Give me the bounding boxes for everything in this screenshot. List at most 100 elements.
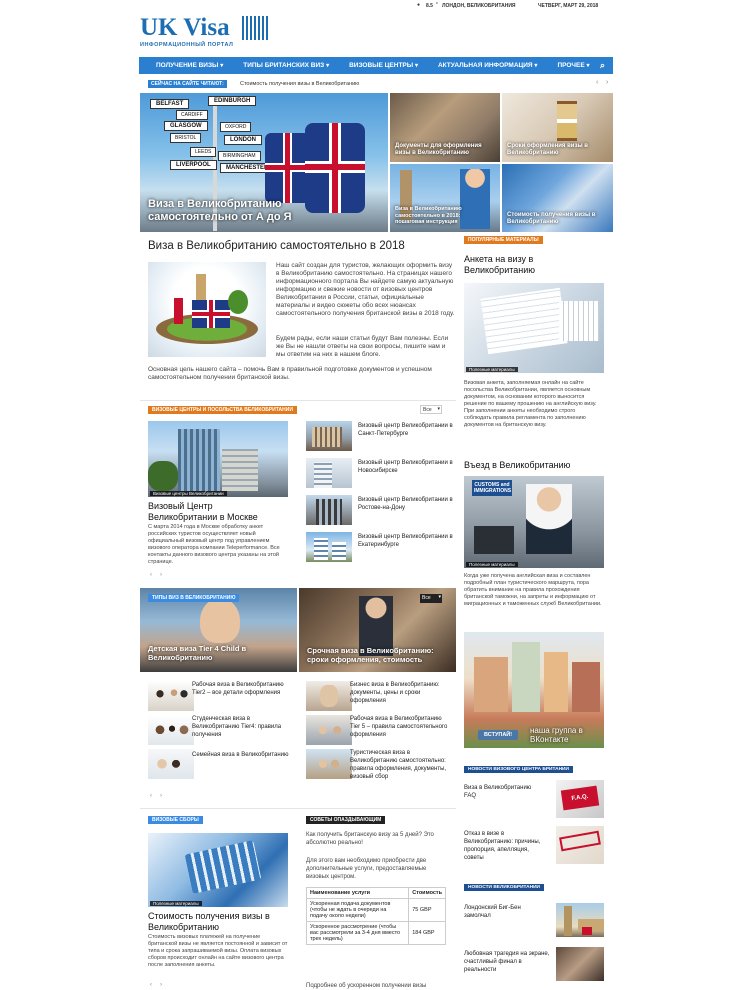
news-vc-thumb[interactable]: F.A.Q.	[556, 780, 604, 818]
sign: GLASGOW	[164, 121, 208, 131]
popular-image-2[interactable]: CUSTOMS and IMMIGRATIONS Полезные матери…	[464, 476, 604, 568]
news-uk-item[interactable]: Лондонский Биг-Бен замолчал	[464, 904, 544, 920]
center-thumb-rostov[interactable]	[306, 495, 352, 525]
prev-icon[interactable]: ‹	[150, 982, 152, 988]
next-icon[interactable]: ›	[160, 793, 162, 799]
types-thumb[interactable]	[306, 681, 352, 711]
center-moscow-text: С марта 2014 года в Москве обработку анк…	[148, 524, 280, 565]
popular-image-1[interactable]: Полезные материалы	[464, 283, 604, 373]
join-button[interactable]: ВСТУПАЙ!	[478, 730, 519, 740]
sign: LIVERPOOL	[170, 160, 217, 170]
vk-text: наша группа в ВКонтакте	[530, 726, 583, 744]
services-table: Наименование услуги Стоимость Ускоренная …	[305, 887, 446, 945]
news-uk-item[interactable]: Любовная трагедия на экране, счастливый …	[464, 950, 552, 974]
nav-item-news[interactable]: АКТУАЛЬНАЯ ИНФОРМАЦИЯ ▾	[438, 62, 537, 69]
prev-icon[interactable]: ‹	[150, 572, 152, 578]
hero-tile-cost[interactable]: Стоимость получения визы в Великобритани…	[502, 164, 613, 232]
section-tag-types[interactable]: ТИПЫ ВИЗ В ВЕЛИКОБРИТАНИЮ	[148, 594, 240, 602]
hero-tile-documents[interactable]: Документы для оформления визы в Великобр…	[390, 93, 500, 162]
hero-main-image[interactable]: BELFAST EDINBURGH CARDIFF GLASGOW OXFORD…	[140, 93, 388, 232]
center-thumb-nsk[interactable]	[306, 458, 352, 488]
types-item[interactable]: Студенческая виза в Великобританию Tier4…	[192, 715, 292, 739]
types-thumb[interactable]	[306, 749, 352, 779]
weather-icon: ●	[417, 2, 421, 8]
center-moscow-title[interactable]: Визовый Центр Великобритании в Москве	[148, 501, 278, 523]
nav-item-get-visa[interactable]: ПОЛУЧЕНИЕ ВИЗЫ ▾	[156, 62, 223, 69]
popular-title-2[interactable]: Въезд в Великобританию	[464, 460, 604, 471]
chevron-down-icon: ▾	[534, 63, 538, 69]
sign: OXFORD	[220, 122, 252, 132]
types-thumb[interactable]	[148, 715, 194, 745]
center-item[interactable]: Визовый центр Великобритании в Новосибир…	[358, 459, 456, 475]
nav-item-visa-centers[interactable]: ВИЗОВЫЕ ЦЕНТРЫ ▾	[349, 62, 418, 69]
sign: BRISTOL	[170, 133, 202, 143]
sign: CARDIFF	[176, 110, 208, 120]
hero-main-caption[interactable]: Виза в Великобританию самостоятельно от …	[148, 198, 318, 224]
center-thumb-ekb[interactable]	[306, 532, 352, 562]
chevron-down-icon: ▾	[220, 63, 224, 69]
types-item[interactable]: Бизнес виза в Великобританию: документы,…	[350, 681, 450, 705]
section-tag-centers[interactable]: ВИЗОВЫЕ ЦЕНТРЫ И ПОСОЛЬСТВА ВЕЛИКОБРИТАН…	[148, 406, 297, 414]
logo-text: UK Visa	[140, 14, 230, 41]
nav-item-visa-types[interactable]: ТИПЫ БРИТАНСКИХ ВИЗ ▾	[243, 62, 329, 69]
ticker-next-icon[interactable]: ›	[606, 79, 608, 86]
types-thumb[interactable]	[148, 681, 194, 711]
customs-sign: CUSTOMS and IMMIGRATIONS	[472, 480, 512, 496]
divider	[140, 808, 456, 809]
date: ЧЕТВЕРГ, МАРТ 29, 2018	[538, 3, 599, 9]
next-icon[interactable]: ›	[160, 572, 162, 578]
ticker: СЕЙЧАС НА САЙТЕ ЧИТАЮТ: Стоимость получе…	[140, 79, 614, 89]
popular-title-1[interactable]: Анкета на визу в Великобританию	[464, 254, 594, 276]
hourglass	[557, 101, 577, 141]
types-item[interactable]: Семейная виза в Великобританию	[192, 751, 292, 759]
article-text-3: Основная цель нашего сайта – помочь Вам …	[148, 366, 432, 381]
section-tag-news-vc[interactable]: НОВОСТИ ВИЗОВОГО ЦЕНТРА БРИТАНИИ	[464, 766, 573, 773]
search-icon[interactable]: ⌕	[600, 60, 605, 71]
chevron-down-icon: ▾	[414, 63, 418, 69]
news-vc-thumb[interactable]	[556, 826, 604, 864]
center-item[interactable]: Визовый центр Великобритании в Екатеринб…	[358, 533, 456, 549]
news-uk-thumb[interactable]	[556, 903, 604, 937]
next-icon[interactable]: ›	[160, 982, 162, 988]
types-item[interactable]: Рабочая виза в Великобританию Tier 5 – п…	[350, 715, 450, 739]
news-uk-thumb[interactable]	[556, 947, 604, 981]
center-thumb-spb[interactable]	[306, 421, 352, 451]
news-vc-item[interactable]: Виза в Великобританию FAQ	[464, 784, 544, 800]
center-item[interactable]: Визовый центр Великобритании в Ростове-н…	[358, 496, 456, 512]
fees-image[interactable]: Полезные материалы	[148, 833, 288, 907]
union-jack-suitcase	[265, 133, 310, 203]
center-item[interactable]: Визовый центр Великобритании в Санкт-Пет…	[358, 422, 456, 438]
sign: BIRMINGHAM	[218, 151, 261, 161]
fees-title[interactable]: Стоимость получения визы в Великобритани…	[148, 911, 288, 933]
news-vc-item[interactable]: Отказ в визе в Великобританию: причины, …	[464, 830, 544, 862]
center-moscow-image[interactable]: Визовые центры Великобритании	[148, 421, 288, 497]
section-tag-fees[interactable]: ВИЗОВЫЕ СБОРЫ	[148, 816, 203, 824]
table-header: Стоимость	[408, 887, 446, 899]
page-title: Виза в Великобританию самостоятельно в 2…	[148, 240, 405, 252]
types-thumb[interactable]	[148, 749, 194, 779]
divider	[140, 400, 456, 401]
hero-tile-terms[interactable]: Сроки оформления визы в Великобританию	[502, 93, 613, 162]
nav-item-other[interactable]: ПРОЧЕЕ ▾	[557, 62, 589, 69]
section-tag-late[interactable]: СОВЕТЫ ОПАЗДЫВАЮЩИМ	[306, 816, 386, 824]
filter-select[interactable]: Все ▾	[420, 594, 442, 603]
main-nav: ПОЛУЧЕНИЕ ВИЗЫ ▾ ТИПЫ БРИТАНСКИХ ВИЗ ▾ В…	[139, 57, 613, 74]
ticker-text[interactable]: Стоимость получения визы в Великобритани…	[240, 81, 359, 87]
section-tag-popular[interactable]: ПОПУЛЯРНЫЕ МАТЕРИАЛЫ	[464, 236, 543, 244]
vk-banner[interactable]: ВСТУПАЙ! наша группа в ВКонтакте	[464, 632, 604, 748]
hero-tile-instruction[interactable]: Виза в Великобританию самостоятельно в 2…	[390, 164, 500, 232]
tree	[228, 290, 248, 314]
types-item[interactable]: Рабочая виза в Великобританию Tier2 – вс…	[192, 681, 292, 697]
types-item[interactable]: Туристическая виза в Великобританию само…	[350, 749, 450, 781]
section-tag-news-uk[interactable]: НОВОСТИ ВЕЛИКОБРИТАНИИ	[464, 884, 545, 891]
temperature-unit: c	[436, 0, 438, 5]
types-thumb[interactable]	[306, 715, 352, 745]
sign: EDINBURGH	[208, 96, 257, 106]
prev-icon[interactable]: ‹	[150, 793, 152, 799]
logo[interactable]: UK Visa ИНФОРМАЦИОННЫЙ ПОРТАЛ	[140, 14, 270, 50]
chevron-down-icon: ▾	[438, 594, 441, 600]
ticker-prev-icon[interactable]: ‹	[596, 79, 598, 86]
late-more[interactable]: Подробнее об ускоренном получении визы	[306, 982, 451, 990]
article-image	[148, 262, 266, 357]
filter-select[interactable]: Все ▾	[420, 405, 442, 414]
